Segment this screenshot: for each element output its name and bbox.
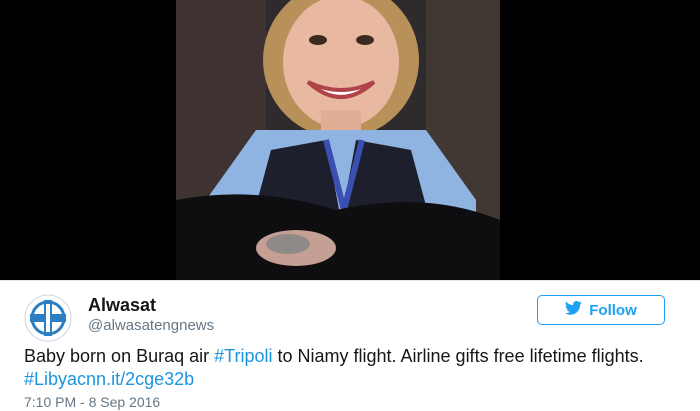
hashtag-link[interactable]: #Libyacnn.it/2cge32b [24, 369, 194, 389]
tweet-text-segment: Baby born on Buraq air [24, 346, 215, 366]
author-name[interactable]: Alwasat [88, 295, 156, 316]
author-handle[interactable]: @alwasatengnews [88, 317, 214, 334]
alwasat-logo-icon[interactable] [24, 294, 72, 342]
tweet-photo[interactable] [176, 0, 500, 280]
tweet-text: Baby born on Buraq air #Tripoli to Niamy… [24, 345, 684, 391]
tweet-media[interactable] [0, 0, 700, 280]
bird-icon [565, 301, 582, 319]
hashtag-link[interactable]: #Tripoli [214, 346, 272, 366]
tweet-timestamp[interactable]: 7:10 PM - 8 Sep 2016 [24, 394, 160, 410]
follow-button[interactable]: Follow [537, 295, 665, 325]
photo-illustration [176, 0, 500, 280]
tweet-text-segment: to Niamy flight. Airline gifts free life… [272, 346, 644, 366]
follow-label: Follow [589, 301, 637, 319]
tweet-card: Alwasat @alwasatengnews Follow Baby born… [0, 280, 700, 411]
